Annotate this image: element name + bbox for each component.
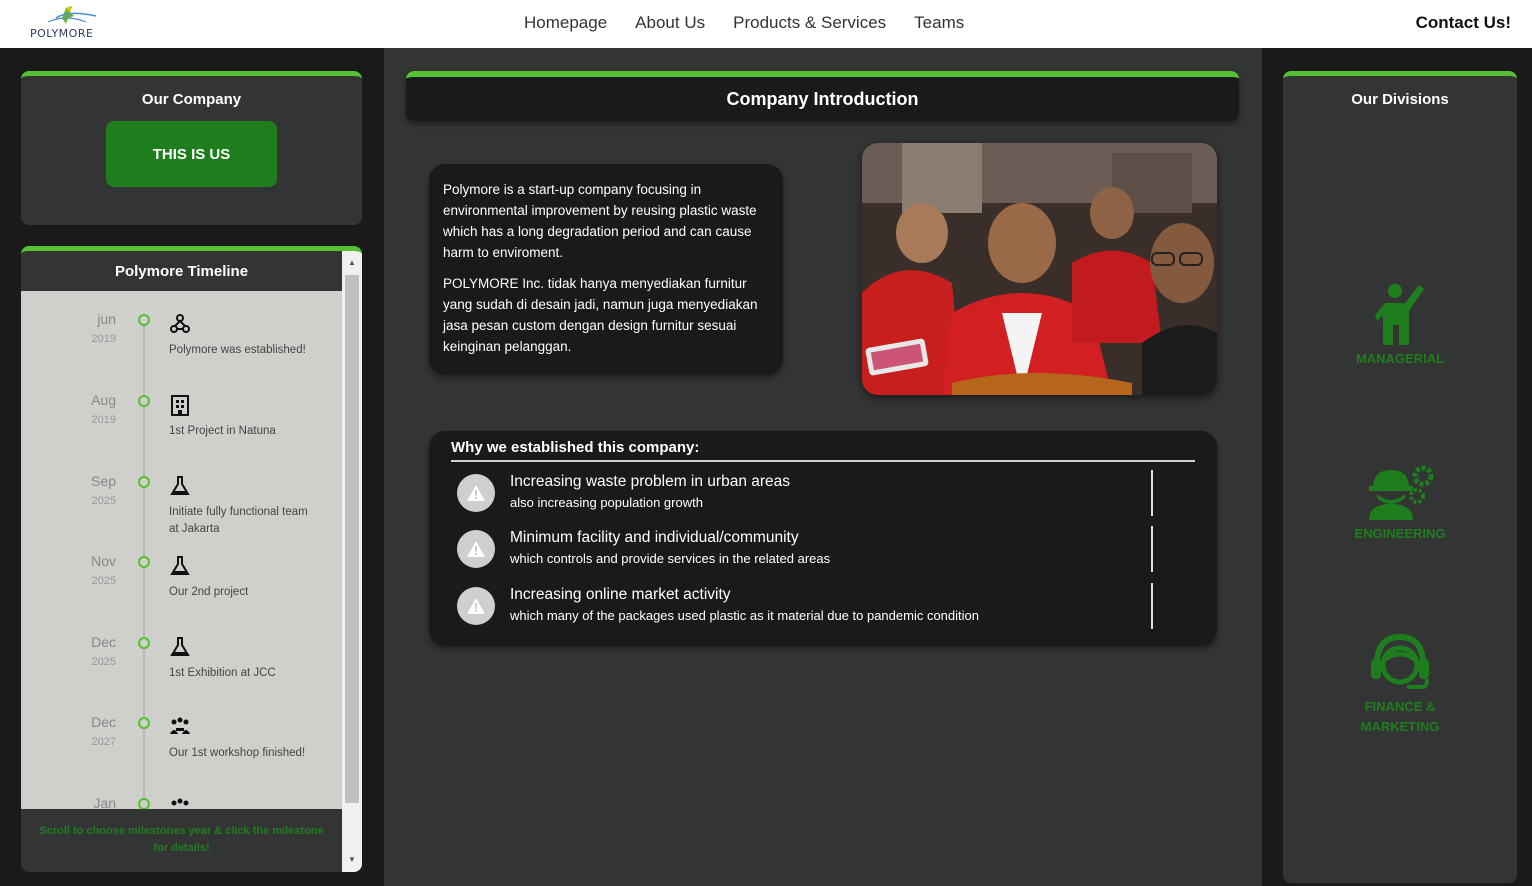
timeline-item[interactable]: Sep 2025 Initiate fully functional team …: [21, 465, 342, 545]
timeline-month: Sep: [91, 473, 116, 489]
flask-icon: [170, 637, 190, 656]
timeline-month: Jan: [93, 795, 116, 809]
timeline-year: 2025: [91, 495, 116, 507]
timeline-year: 2019: [91, 414, 116, 426]
network-icon: [170, 314, 190, 333]
timeline-year: 2019: [91, 333, 116, 345]
timeline-text: Initiate fully functional team at Jakart…: [169, 506, 308, 535]
timeline-year: 2025: [91, 575, 116, 587]
scroll-up-arrow-icon[interactable]: ▲: [342, 255, 362, 271]
right-column: Our Divisions MANAGERIAL ENGINEERING FIN…: [1262, 48, 1532, 886]
reason-divider: [1151, 470, 1153, 516]
timeline-month: jun: [97, 311, 116, 327]
timeline-instructions: Scroll to choose milestones year & click…: [21, 809, 342, 872]
logo-text: POLYMORE: [30, 27, 94, 40]
warning-icon: [457, 530, 495, 568]
reason-item: Minimum facility and individual/communit…: [457, 526, 1153, 572]
this-is-us-button[interactable]: THIS IS US: [106, 121, 277, 187]
timeline-dot: [138, 314, 150, 326]
timeline-text: Polymore was established!: [169, 344, 306, 356]
company-introduction-title: Company Introduction: [406, 71, 1239, 121]
warning-icon: [457, 587, 495, 625]
timeline-item[interactable]: Aug 2019 1st Project in Natuna: [21, 384, 342, 464]
top-navbar: POLYMORE Homepage About Us Products & Se…: [0, 0, 1532, 48]
why-established-box: Why we established this company: Increas…: [429, 431, 1217, 646]
timeline-text: Our 1st workshop finished!: [169, 747, 306, 759]
timeline-month: Nov: [91, 553, 116, 569]
timeline-month: Dec: [91, 714, 116, 730]
flask-icon: [170, 556, 190, 575]
division-label: FINANCE & MARKETING: [1360, 699, 1440, 734]
team-photo: [862, 143, 1217, 395]
intro-paragraph: POLYMORE Inc. tidak hanya menyediakan fu…: [443, 276, 758, 354]
reason-title: Increasing online market activity: [510, 586, 731, 603]
timeline-item[interactable]: jun 2019 Polymore was established!: [21, 303, 342, 383]
reason-subtitle: which controls and provide services in t…: [510, 551, 831, 566]
timeline-item[interactable]: Nov 2025 Our 2nd project: [21, 545, 342, 625]
timeline-dot: [138, 798, 150, 809]
warning-icon: [457, 474, 495, 512]
timeline-text: 1st Exhibition at JCC: [169, 667, 276, 679]
scroll-down-arrow-icon[interactable]: ▼: [342, 852, 362, 868]
reason-title: Increasing waste problem in urban areas: [510, 473, 791, 490]
reason-subtitle: also increasing population growth: [510, 495, 703, 510]
our-company-card: Our Company THIS IS US: [21, 71, 362, 225]
reason-divider: [1151, 583, 1153, 629]
reason-item: Increasing waste problem in urban areas …: [457, 470, 1153, 516]
timeline-text: 1st Project in Natuna: [169, 425, 276, 437]
division-finance-marketing[interactable]: FINANCE & MARKETING: [1283, 631, 1517, 737]
timeline-month: Aug: [91, 392, 116, 408]
why-title: Why we established this company:: [451, 439, 1195, 462]
timeline-card: Polymore Timeline jun 2019 Polymore was …: [21, 246, 362, 872]
timeline-year: 2025: [91, 656, 116, 668]
nav-products-services[interactable]: Products & Services: [719, 12, 900, 34]
team-photo-image: [862, 143, 1217, 395]
nav-teams[interactable]: Teams: [900, 12, 978, 34]
timeline-scrollbar[interactable]: ▲ ▼: [342, 251, 362, 872]
left-column: Our Company THIS IS US Polymore Timeline…: [0, 48, 384, 886]
timeline-item[interactable]: Jan: [21, 787, 342, 809]
headset-icon: [1371, 633, 1429, 689]
our-divisions-card: Our Divisions MANAGERIAL ENGINEERING FIN…: [1283, 71, 1517, 883]
manager-icon: [1375, 284, 1424, 345]
division-label: ENGINEERING: [1354, 526, 1446, 541]
contact-us-link[interactable]: Contact Us!: [1416, 12, 1511, 34]
division-engineering[interactable]: ENGINEERING: [1283, 464, 1517, 544]
intro-paragraph: Polymore is a start-up company focusing …: [443, 182, 757, 260]
timeline-item[interactable]: Dec 2025 1st Exhibition at JCC: [21, 626, 342, 706]
flask-icon: [170, 476, 190, 495]
nav-links: Homepage About Us Products & Services Te…: [510, 12, 978, 34]
timeline-dot: [138, 395, 150, 407]
reason-item: Increasing online market activity which …: [457, 583, 1153, 629]
people-icon: [170, 717, 190, 734]
reason-divider: [1151, 526, 1153, 572]
timeline-dot: [138, 637, 150, 649]
polymore-logo[interactable]: POLYMORE: [26, 4, 102, 44]
reason-subtitle: which many of the packages used plastic …: [510, 608, 979, 623]
our-company-title: Our Company: [141, 91, 242, 108]
timeline-dot: [138, 717, 150, 729]
people-icon: [171, 798, 189, 806]
timeline-item[interactable]: Dec 2027 Our 1st workshop finished!: [21, 706, 342, 786]
engineer-icon: [1369, 465, 1434, 520]
nav-about-us[interactable]: About Us: [621, 12, 719, 34]
scroll-thumb[interactable]: [345, 275, 359, 803]
division-label: MANAGERIAL: [1355, 351, 1445, 366]
timeline-dot: [138, 556, 150, 568]
center-column: Company Introduction Polymore is a start…: [384, 48, 1262, 886]
timeline-year: 2027: [91, 736, 116, 748]
timeline-month: Dec: [91, 634, 116, 650]
division-managerial[interactable]: MANAGERIAL: [1283, 281, 1517, 369]
timeline-dot: [138, 476, 150, 488]
timeline-list[interactable]: jun 2019 Polymore was established! Aug 2…: [21, 291, 342, 809]
our-divisions-title: Our Divisions: [1351, 91, 1449, 108]
building-icon: [171, 395, 189, 416]
timeline-text: Our 2nd project: [169, 586, 249, 598]
reason-title: Minimum facility and individual/communit…: [510, 529, 799, 546]
timeline-title: Polymore Timeline: [21, 251, 342, 291]
nav-homepage[interactable]: Homepage: [510, 12, 621, 34]
intro-text-box: Polymore is a start-up company focusing …: [429, 164, 783, 375]
